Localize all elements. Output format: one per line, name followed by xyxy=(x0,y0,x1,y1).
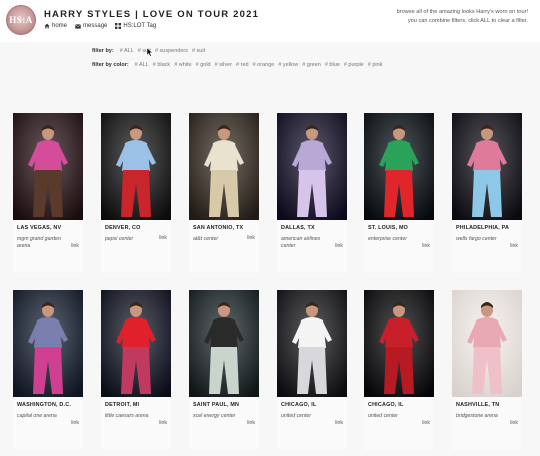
outfit-card[interactable]: ST. LOUIS, MO enterprise center link xyxy=(364,113,434,273)
outfit-link[interactable]: link xyxy=(247,420,255,426)
outfit-link[interactable]: link xyxy=(335,420,343,426)
outfit-card[interactable]: SAN ANTONIO, TX at&t center link xyxy=(189,113,259,273)
outfit-photo[interactable] xyxy=(189,113,259,220)
outfit-link[interactable]: link xyxy=(71,420,79,426)
outfit-venue: bridgestone arena xyxy=(456,413,498,419)
outfit-photo[interactable] xyxy=(189,290,259,397)
outfit-city: DENVER, CO xyxy=(105,225,141,231)
outfit-card[interactable]: NASHVILLE, TN bridgestone arena link xyxy=(452,290,522,450)
outfit-card[interactable]: DALLAS, TX american airlines center link xyxy=(277,113,347,273)
outfit-photo[interactable] xyxy=(277,113,347,220)
outfit-city: DALLAS, TX xyxy=(281,225,315,231)
outfit-link[interactable]: link xyxy=(510,243,518,249)
outfit-photo-figure xyxy=(13,113,83,220)
outfit-card[interactable]: DENVER, CO pepsi center link xyxy=(101,113,171,273)
outfit-photo-figure xyxy=(189,290,259,397)
outfit-city: NASHVILLE, TN xyxy=(456,402,500,408)
outfit-link[interactable]: link xyxy=(335,243,343,249)
outfit-photo[interactable] xyxy=(364,113,434,220)
outfit-card[interactable]: CHICAGO, IL united center link xyxy=(364,290,434,450)
outfit-venue: enterprise center xyxy=(368,236,407,242)
outfit-photo-figure xyxy=(277,290,347,397)
outfit-city: SAINT PAUL, MN xyxy=(193,402,240,408)
outfit-venue: capital one arena xyxy=(17,413,57,419)
outfit-link[interactable]: link xyxy=(510,420,518,426)
outfit-city: LAS VEGAS, NV xyxy=(17,225,62,231)
outfit-photo[interactable] xyxy=(277,290,347,397)
outfit-city: SAN ANTONIO, TX xyxy=(193,225,244,231)
outfit-link[interactable]: link xyxy=(159,235,167,241)
outfit-city: WASHINGTON, D.C. xyxy=(17,402,72,408)
outfit-photo[interactable] xyxy=(101,113,171,220)
outfit-venue: united center xyxy=(281,413,311,419)
outfit-card[interactable]: CHICAGO, IL united center link xyxy=(277,290,347,450)
outfit-card[interactable]: SAINT PAUL, MN xcel energy center link xyxy=(189,290,259,450)
outfit-photo-figure xyxy=(364,113,434,220)
outfit-venue: american airlines center xyxy=(281,236,321,249)
outfit-city: PHILADELPHIA, PA xyxy=(456,225,510,231)
outfit-city: CHICAGO, IL xyxy=(368,402,404,408)
outfit-card[interactable]: LAS VEGAS, NV mgm grand garden arena link xyxy=(13,113,83,273)
outfit-photo-figure xyxy=(277,113,347,220)
outfit-venue: xcel energy center xyxy=(193,413,236,419)
outfit-venue: pepsi center xyxy=(105,236,134,242)
outfit-photo[interactable] xyxy=(101,290,171,397)
outfit-venue: at&t center xyxy=(193,236,219,242)
outfit-photo[interactable] xyxy=(13,290,83,397)
outfit-photo-figure xyxy=(364,290,434,397)
outfit-photo-figure xyxy=(189,113,259,220)
outfit-photo-figure xyxy=(101,290,171,397)
outfit-photo-figure xyxy=(101,113,171,220)
outfit-photo[interactable] xyxy=(13,113,83,220)
outfit-card[interactable]: DETROIT, MI little caesars arena link xyxy=(101,290,171,450)
outfit-venue: mgm grand garden arena xyxy=(17,236,61,249)
outfit-city: DETROIT, MI xyxy=(105,402,140,408)
outfit-venue: wells fargo center xyxy=(456,236,497,242)
outfit-link[interactable]: link xyxy=(159,420,167,426)
outfit-photo-figure xyxy=(13,290,83,397)
outfit-card[interactable]: WASHINGTON, D.C. capital one arena link xyxy=(13,290,83,450)
outfit-city: CHICAGO, IL xyxy=(281,402,317,408)
outfit-photo-figure xyxy=(452,113,522,220)
outfit-card[interactable]: PHILADELPHIA, PA wells fargo center link xyxy=(452,113,522,273)
outfit-grid: LAS VEGAS, NV mgm grand garden arena link D… xyxy=(0,0,540,456)
outfit-photo-figure xyxy=(452,290,522,397)
outfit-city: ST. LOUIS, MO xyxy=(368,225,409,231)
outfit-link[interactable]: link xyxy=(247,235,255,241)
outfit-link[interactable]: link xyxy=(71,243,79,249)
outfit-photo[interactable] xyxy=(364,290,434,397)
outfit-photo[interactable] xyxy=(452,113,522,220)
outfit-link[interactable]: link xyxy=(422,420,430,426)
outfit-venue: united center xyxy=(368,413,398,419)
outfit-venue: little caesars arena xyxy=(105,413,149,419)
outfit-photo[interactable] xyxy=(452,290,522,397)
outfit-link[interactable]: link xyxy=(422,243,430,249)
